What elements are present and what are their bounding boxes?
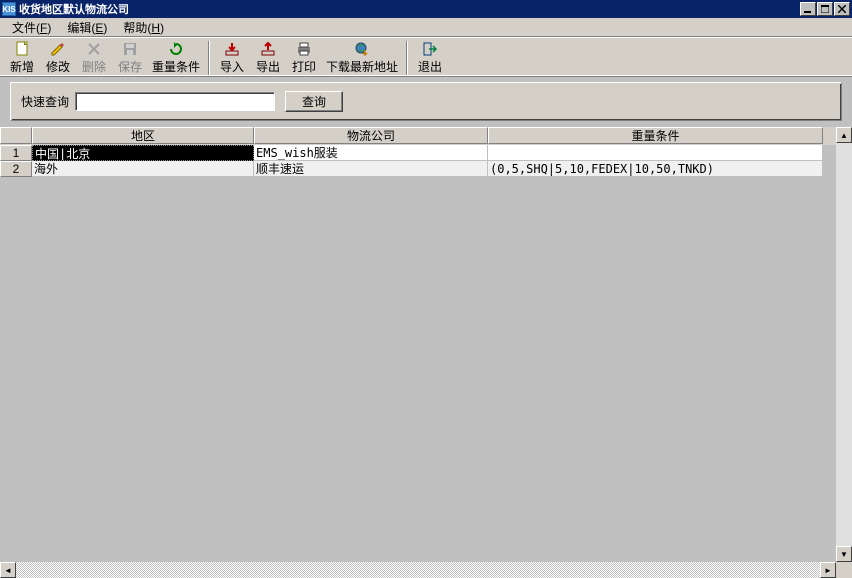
search-label: 快速查询 [21,93,69,110]
download-address-button[interactable]: 下载最新地址 [322,40,402,76]
print-button[interactable]: 打印 [286,40,322,76]
export-button[interactable]: 导出 [250,40,286,76]
vertical-scrollbar[interactable]: ▲ ▼ [836,127,852,562]
window-title: 收货地区默认物流公司 [19,1,800,17]
cell-company[interactable]: EMS_wish服装 [254,145,488,161]
scroll-right-button[interactable]: ► [820,562,836,578]
column-header-company[interactable]: 物流公司 [254,127,488,144]
row-header[interactable]: 1 [0,145,32,161]
new-button[interactable]: 新增 [4,40,40,76]
edit-button[interactable]: 修改 [40,40,76,76]
exit-door-icon [422,41,438,57]
weight-condition-button[interactable]: 重量条件 [148,40,204,76]
delete-x-icon [86,41,102,57]
cell-condition[interactable]: (0,5,SHQ|5,10,FEDEX|10,50,TNKD) [488,161,823,177]
app-icon: KIS [2,2,16,16]
grid-body: 1 中国|北京 EMS_wish服装 2 海外 顺丰速运 (0,5,SHQ|5,… [0,145,836,562]
exit-button[interactable]: 退出 [412,40,448,76]
app-window: KIS 收货地区默认物流公司 文件(F) 编辑(E) 帮助(H) 新增 修改 删… [0,0,852,578]
table-row[interactable]: 1 中国|北京 EMS_wish服装 [0,145,836,161]
scroll-corner [836,562,852,578]
menu-edit[interactable]: 编辑(E) [63,17,111,38]
save-button[interactable]: 保存 [112,40,148,76]
scroll-up-button[interactable]: ▲ [836,127,852,143]
close-button[interactable] [834,2,850,16]
column-header-num[interactable] [0,127,32,144]
cell-area[interactable]: 中国|北京 [32,145,254,161]
printer-icon [296,41,312,57]
data-grid[interactable]: 地区 物流公司 重量条件 1 中国|北京 EMS_wish服装 2 海外 顺丰速… [0,127,836,562]
export-arrow-icon [260,41,276,57]
column-header-condition[interactable]: 重量条件 [488,127,823,144]
chevron-up-icon: ▲ [840,131,848,140]
chevron-left-icon: ◄ [4,566,12,575]
menubar: 文件(F) 编辑(E) 帮助(H) [0,18,852,37]
toolbar-separator [208,41,210,75]
content-area: 地区 物流公司 重量条件 1 中国|北京 EMS_wish服装 2 海外 顺丰速… [0,127,852,562]
pencil-icon [50,41,66,57]
floppy-icon [122,41,138,57]
menu-help[interactable]: 帮助(H) [119,17,168,38]
horizontal-scrollbar[interactable]: ◄ ► [0,562,852,578]
toolbar-separator [406,41,408,75]
grid-header: 地区 物流公司 重量条件 [0,127,836,145]
search-panel: 快速查询 查询 [10,82,842,121]
cell-area[interactable]: 海外 [32,161,254,177]
scroll-down-button[interactable]: ▼ [836,546,852,562]
delete-button[interactable]: 删除 [76,40,112,76]
menu-file[interactable]: 文件(F) [8,17,55,38]
chevron-down-icon: ▼ [840,550,848,559]
table-row[interactable]: 2 海外 顺丰速运 (0,5,SHQ|5,10,FEDEX|10,50,TNKD… [0,161,836,177]
cell-company[interactable]: 顺丰速运 [254,161,488,177]
maximize-button[interactable] [817,2,833,16]
titlebar: KIS 收货地区默认物流公司 [0,0,852,18]
toolbar: 新增 修改 删除 保存 重量条件 导入 导出 打印 [0,37,852,77]
import-button[interactable]: 导入 [214,40,250,76]
search-button[interactable]: 查询 [285,91,343,112]
scroll-track[interactable] [836,143,852,546]
globe-download-icon [354,41,370,57]
new-file-icon [14,41,30,57]
chevron-right-icon: ► [824,566,832,575]
scroll-track[interactable] [16,562,820,578]
cell-condition[interactable] [488,145,823,161]
import-arrow-icon [224,41,240,57]
column-header-area[interactable]: 地区 [32,127,254,144]
search-input[interactable] [75,92,275,111]
row-header[interactable]: 2 [0,161,32,177]
scroll-left-button[interactable]: ◄ [0,562,16,578]
refresh-green-icon [168,41,184,57]
minimize-button[interactable] [800,2,816,16]
